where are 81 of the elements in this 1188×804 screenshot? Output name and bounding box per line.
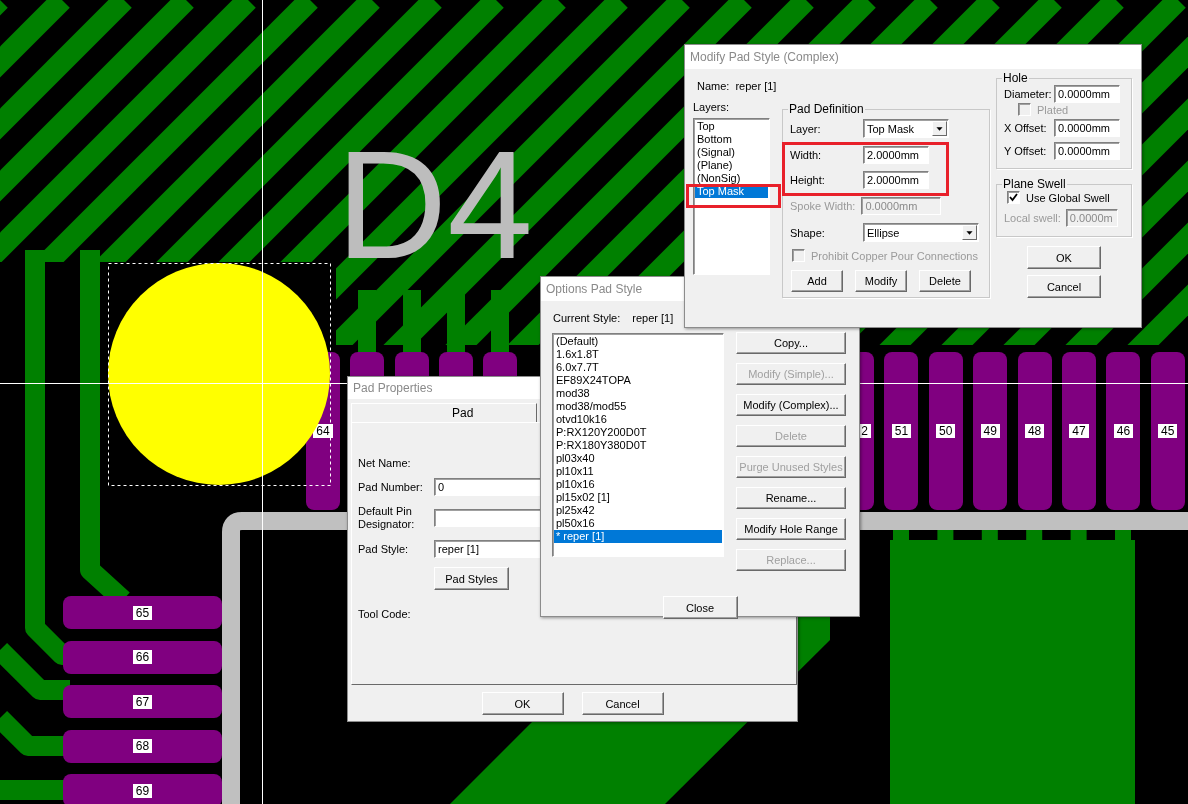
dialog-button[interactable]: Add [791, 270, 843, 292]
list-item[interactable]: P:RX180Y380D0T [554, 439, 722, 452]
group-title: Plane Swell [1002, 177, 1067, 191]
field-label: Diameter: [1004, 88, 1053, 100]
field-label: Y Offset: [1004, 145, 1048, 157]
pad-number: 47 [1069, 424, 1089, 438]
text-field[interactable]: 2.0000mm [863, 171, 929, 189]
pad-number: 45 [1158, 424, 1178, 438]
field-label: Width: [790, 149, 823, 161]
field-label: Height: [790, 174, 826, 186]
list-item[interactable]: Bottom [695, 133, 768, 146]
field-label: Spoke Width: [790, 200, 856, 212]
text-field[interactable]: 0.0000mm [1054, 142, 1120, 160]
field-label: Net Name: [358, 457, 412, 469]
list-item[interactable]: P:RX120Y200D0T [554, 426, 722, 439]
group-title: Pad Definition [788, 102, 865, 116]
list-item[interactable]: (Plane) [695, 159, 768, 172]
field-label: Layer: [790, 122, 822, 135]
group-title: Hole [1002, 71, 1029, 85]
list-item[interactable]: mod38/mod55 [554, 400, 722, 413]
dialog-button[interactable]: Modify Hole Range [736, 518, 846, 540]
list-item[interactable]: EF89X24TOPA [554, 374, 722, 387]
list-item[interactable]: 6.0x7.7T [554, 361, 722, 374]
list-item[interactable]: 1.6x1.8T [554, 348, 722, 361]
dialog-button[interactable]: Modify (Complex)... [736, 394, 846, 416]
list-item[interactable]: pl25x42 [554, 504, 722, 517]
list-item[interactable]: pl10x11 [554, 465, 722, 478]
dialog-button[interactable]: Copy... [736, 332, 846, 354]
caret-icon [962, 225, 977, 240]
field-label: Name: [697, 80, 730, 92]
text-field[interactable]: 0.0000mm [1054, 85, 1120, 103]
checkbox-label: Prohibit Copper Pour Connections [811, 249, 978, 262]
pad-number: 50 [936, 424, 956, 438]
pad-number: 65 [132, 605, 153, 620]
list-item[interactable]: pl50x16 [554, 517, 722, 530]
dialog-button[interactable]: Cancel [1027, 275, 1101, 298]
dialog-button[interactable]: Rename... [736, 487, 846, 509]
dialog-button[interactable]: Delete [919, 270, 971, 292]
style-name: reper [1] [735, 80, 777, 92]
dialog-button[interactable]: OK [481, 692, 564, 715]
field-label: Local swell: [1004, 212, 1061, 224]
checkbox-label: Plated [1037, 103, 1069, 116]
dialog-button[interactable]: Modify [855, 270, 907, 292]
dropdown[interactable]: Top Mask [863, 119, 949, 138]
checkbox[interactable] [1007, 191, 1020, 204]
field-label: Current Style: [553, 312, 621, 324]
current-style-value: reper [1] [632, 312, 674, 324]
pad-number: 48 [1024, 424, 1045, 438]
field-label: Pad Number: [358, 480, 424, 494]
pad-number: 66 [132, 650, 153, 664]
checkbox-label: Use Global Swell [1026, 191, 1110, 204]
field-label: X Offset: [1004, 122, 1048, 134]
list-item[interactable]: (Signal) [695, 146, 768, 159]
pad-number: 68 [132, 739, 153, 753]
list-item[interactable]: (NonSig) [695, 172, 768, 185]
list-item[interactable]: (Default) [554, 335, 722, 348]
close-button[interactable]: Close [662, 596, 738, 619]
pad-number: 51 [891, 424, 912, 438]
dialog-button[interactable]: OK [1027, 246, 1101, 269]
text-field[interactable]: 0.0000mm [1054, 119, 1120, 137]
list-item[interactable]: mod38 [554, 387, 722, 400]
window-title: Modify Pad Style (Complex) [685, 45, 1141, 69]
caret-icon [932, 121, 947, 136]
pad-number: 67 [132, 694, 153, 709]
tab[interactable]: Pad [351, 403, 537, 423]
dialog-button[interactable]: Cancel [581, 692, 664, 715]
pad-number: 49 [980, 424, 1000, 438]
field-label: Shape: [790, 226, 826, 239]
pad-number: 46 [1113, 424, 1134, 438]
pad-number: 69 [132, 783, 153, 798]
list-item[interactable]: Top [695, 120, 768, 133]
list-item[interactable]: * reper [1] [554, 530, 722, 543]
field-label: Default Pin Designator: [358, 505, 416, 531]
text-field[interactable]: 2.0000mm [863, 146, 929, 164]
dropdown[interactable]: Ellipse [863, 223, 979, 242]
list-item[interactable]: pl03x40 [554, 452, 722, 465]
field-label: Layers: [693, 101, 731, 113]
field-label: Pad Style: [358, 542, 410, 556]
field-label: Tool Code: [358, 608, 412, 620]
list-item[interactable]: otvd10k16 [554, 413, 722, 426]
pad-styles-button[interactable]: Pad Styles [434, 567, 509, 590]
